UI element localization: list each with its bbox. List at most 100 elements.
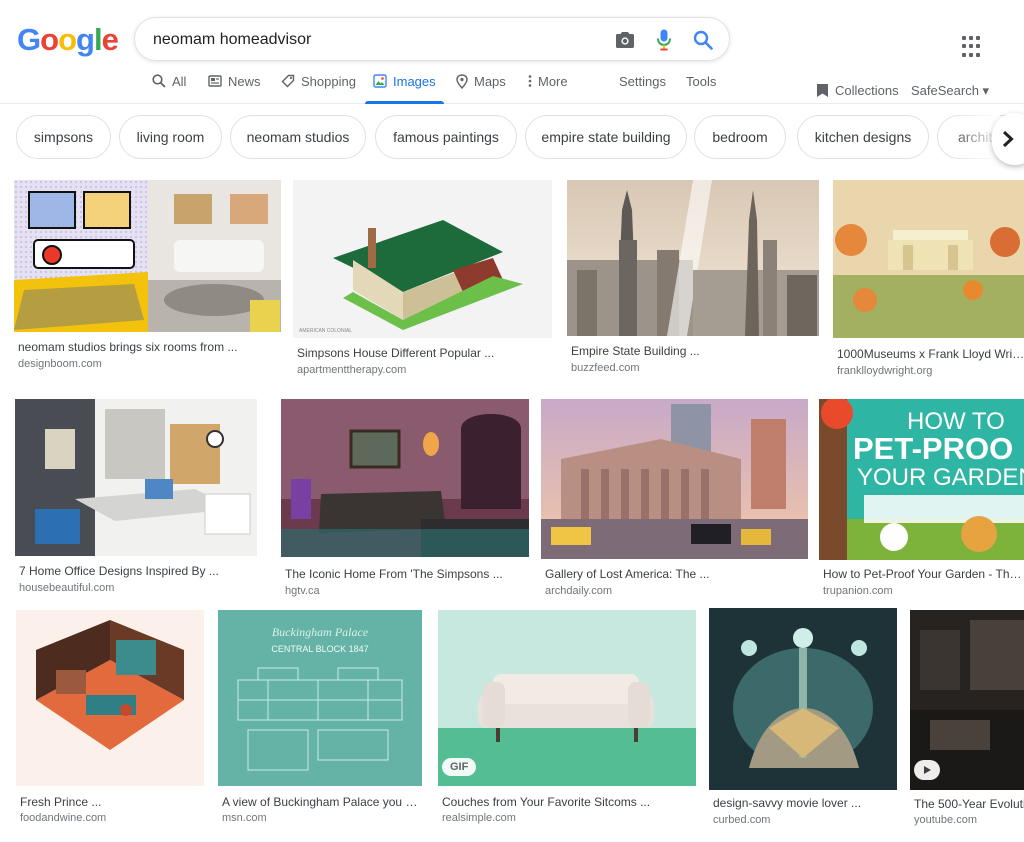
result-title[interactable]: The 500-Year Evolution [914,797,1024,811]
result-source[interactable]: designboom.com [18,358,102,370]
result-thumbnail[interactable] [541,399,808,559]
image-result[interactable]: Empire State Building ... buzzfeed.com [567,180,819,380]
related-chip[interactable]: simpsons [16,115,111,159]
chip-label: kitchen designs [814,129,912,145]
result-source[interactable]: youtube.com [914,814,977,826]
tab-label: Maps [474,74,506,89]
search-icon[interactable] [691,28,715,52]
image-result[interactable]: neomam studios brings six rooms from ...… [14,180,281,380]
image-result[interactable]: GIF Couches from Your Favorite Sitcoms .… [438,610,696,830]
tab-settings[interactable]: Settings [619,74,666,104]
image-result[interactable]: AMERICAN COLONIAL Simpsons House Differe… [293,180,552,380]
svg-text:AMERICAN COLONIAL: AMERICAN COLONIAL [299,328,352,334]
tab-tools[interactable]: Tools [686,74,716,104]
result-title[interactable]: design-savvy movie lover ... [713,796,893,810]
more-vert-icon [528,75,532,87]
result-source[interactable]: apartmenttherapy.com [297,364,406,376]
chip-label: neomam studios [246,129,350,145]
result-source[interactable]: archdaily.com [545,585,612,597]
related-chip[interactable]: empire state building [525,115,687,159]
image-result[interactable]: 1000Museums x Frank Lloyd Wright frankll… [833,180,1024,380]
result-title[interactable]: The Iconic Home From 'The Simpsons ... [285,567,529,581]
result-source[interactable]: hgtv.ca [285,585,320,597]
result-thumbnail[interactable] [910,610,1024,790]
image-result[interactable]: Gallery of Lost America: The ... archdai… [541,399,808,599]
image-result[interactable]: The Iconic Home From 'The Simpsons ... h… [281,399,529,599]
apps-grid-icon[interactable] [962,36,984,58]
image-result[interactable]: design-savvy movie lover ... curbed.com [709,608,897,830]
map-pin-icon [456,74,468,89]
result-title[interactable]: Couches from Your Favorite Sitcoms ... [442,795,692,809]
search-icon [152,74,166,88]
tab-more[interactable]: More [528,74,568,104]
result-title[interactable]: 1000Museums x Frank Lloyd Wright [837,347,1024,361]
logo-letter: e [101,22,119,57]
chevron-right-icon [1002,130,1014,148]
image-result[interactable]: HOW TO PET-PROO YOUR GARDEN How to Pet-P… [819,399,1024,599]
tab-label: All [172,74,187,89]
image-result[interactable]: Fresh Prince ... foodandwine.com [16,610,204,830]
result-thumbnail[interactable] [15,399,257,556]
image-result[interactable]: Buckingham Palace CENTRAL BLOCK 1847 A v… [218,610,422,830]
news-icon [208,75,222,87]
result-source[interactable]: housebeautiful.com [19,582,114,594]
tab-label: Images [393,74,436,89]
result-source[interactable]: foodandwine.com [20,812,106,824]
safesearch-label: SafeSearch ▾ [911,83,990,98]
chip-label: bedroom [712,129,768,145]
result-title[interactable]: neomam studios brings six rooms from ... [18,340,278,354]
logo-letter: g [76,22,95,57]
logo-letter: o [58,22,77,57]
tab-images[interactable]: Images [365,74,444,104]
result-source[interactable]: msn.com [222,812,267,824]
search-input[interactable] [153,28,593,52]
related-chip[interactable]: neomam studios [230,115,366,159]
result-title[interactable]: A view of Buckingham Palace you ha... [222,795,422,809]
camera-icon[interactable] [613,28,637,52]
search-box[interactable] [134,17,730,61]
related-chip[interactable]: kitchen designs [797,115,929,159]
result-source[interactable]: curbed.com [713,814,770,826]
chips-next-button[interactable] [992,113,1024,165]
result-thumbnail[interactable] [833,180,1024,338]
result-thumbnail[interactable] [14,180,281,332]
result-title[interactable]: Empire State Building ... [571,344,815,358]
image-result[interactable]: 7 Home Office Designs Inspired By ... ho… [15,399,257,599]
result-title[interactable]: Fresh Prince ... [20,795,200,809]
result-thumbnail[interactable]: HOW TO PET-PROO YOUR GARDEN [819,399,1024,560]
image-caption: YOUR GARDEN [857,464,1024,491]
result-source[interactable]: franklloydwright.org [837,365,932,377]
result-title[interactable]: Simpsons House Different Popular ... [297,346,547,360]
logo-letter: l [93,22,103,57]
microphone-icon[interactable] [652,28,676,52]
result-source[interactable]: realsimple.com [442,812,516,824]
result-thumbnail[interactable] [709,608,897,790]
related-chip[interactable]: living room [119,115,222,159]
tab-news[interactable]: News [208,74,261,104]
image-result[interactable]: The 500-Year Evolution youtube.com [910,610,1024,830]
result-title[interactable]: 7 Home Office Designs Inspired By ... [19,564,255,578]
related-chip[interactable]: famous paintings [375,115,517,159]
tab-all[interactable]: All [152,74,186,104]
result-thumbnail[interactable] [567,180,819,336]
result-source[interactable]: trupanion.com [823,585,893,597]
image-caption: Buckingham Palace [272,625,369,639]
logo-letter: o [40,22,59,57]
gif-badge: GIF [442,758,477,776]
image-icon [373,74,387,88]
related-chip[interactable]: bedroom [694,115,786,159]
collections-label: Collections [835,83,899,98]
collections-link[interactable]: Collections [816,83,899,98]
result-title[interactable]: Gallery of Lost America: The ... [545,567,805,581]
result-thumbnail[interactable]: AMERICAN COLONIAL [293,180,552,338]
google-logo[interactable]: Google [17,22,119,58]
result-source[interactable]: buzzfeed.com [571,362,639,374]
result-thumbnail[interactable]: GIF [438,610,696,786]
safesearch-dropdown[interactable]: SafeSearch ▾ [911,83,989,99]
result-thumbnail[interactable] [16,610,204,786]
result-thumbnail[interactable]: Buckingham Palace CENTRAL BLOCK 1847 [218,610,422,786]
result-title[interactable]: How to Pet-Proof Your Garden - The ... [823,567,1023,581]
result-thumbnail[interactable] [281,399,529,557]
tab-shopping[interactable]: Shopping [281,74,356,104]
tab-maps[interactable]: Maps [456,74,506,104]
